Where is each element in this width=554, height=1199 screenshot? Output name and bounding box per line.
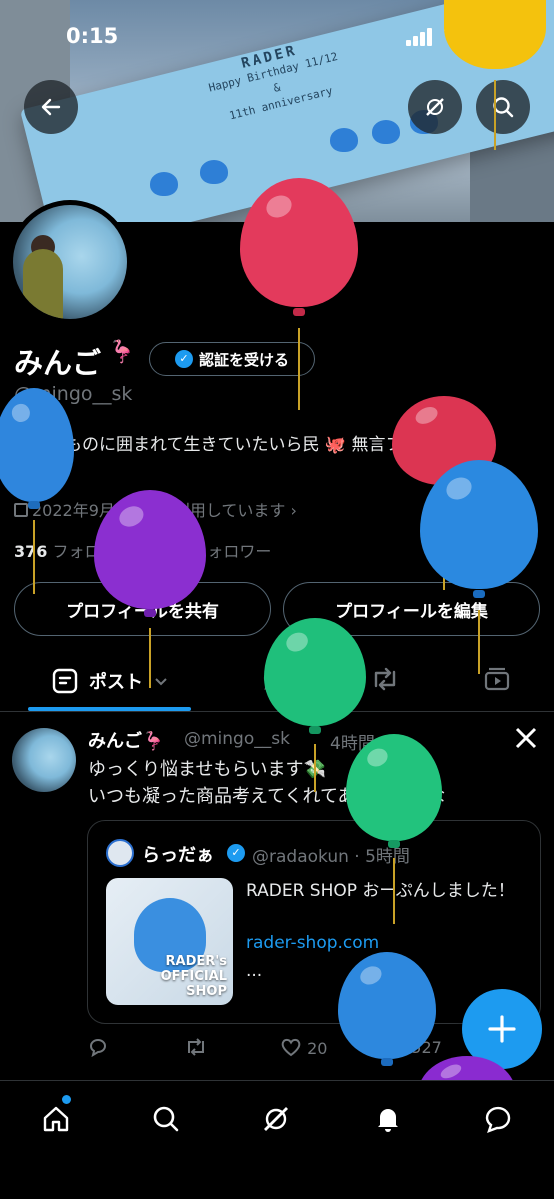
- mascot-sticker: [200, 160, 228, 184]
- quote-avatar: [106, 839, 134, 867]
- search-icon: [153, 1106, 179, 1132]
- quote-image[interactable]: RADER's OFFICIAL SHOP: [106, 878, 233, 1005]
- image-caption-line: SHOP: [186, 984, 227, 999]
- signal-icon: [406, 28, 434, 46]
- chevron-down-icon: [155, 678, 167, 686]
- profile-name: みんご: [14, 346, 102, 380]
- x-logo-icon[interactable]: [514, 726, 538, 756]
- image-caption-line: RADER's: [165, 954, 227, 969]
- verified-badge-icon: ✓: [227, 844, 245, 862]
- mascot-sticker: [372, 120, 400, 144]
- nav-home[interactable]: [36, 1099, 76, 1139]
- nav-search[interactable]: [146, 1099, 186, 1139]
- profile-avatar[interactable]: [8, 200, 132, 324]
- flamingo-emoji: 🦩: [108, 340, 136, 365]
- get-verified-button[interactable]: ✓ 認証を受ける: [149, 342, 315, 376]
- posts-icon: [52, 668, 78, 694]
- balloon-blue: [0, 388, 74, 594]
- balloon-yellow: [444, 0, 546, 150]
- search-button[interactable]: [476, 80, 530, 134]
- grok-icon: [426, 98, 444, 116]
- mascot-sticker: [150, 172, 178, 196]
- image-caption: RADER's OFFICIAL SHOP: [161, 954, 227, 999]
- notifications-icon: [378, 1109, 398, 1132]
- post-avatar[interactable]: [12, 728, 76, 792]
- plus-icon: [488, 1015, 516, 1043]
- back-button[interactable]: [24, 80, 78, 134]
- post-author[interactable]: みんご🦩: [88, 727, 164, 753]
- arrow-left-icon: [41, 98, 61, 116]
- home-icon: [43, 1106, 69, 1132]
- reply-icon: [90, 1039, 106, 1058]
- nav-grok[interactable]: [256, 1099, 296, 1139]
- messages-icon: [485, 1106, 511, 1134]
- quote-more: ...: [246, 961, 263, 981]
- quote-text: RADER SHOP おーぷんしました！: [246, 881, 515, 901]
- following-count[interactable]: 376: [14, 542, 47, 561]
- quote-link[interactable]: rader-shop.com: [246, 933, 379, 953]
- profile-bio: 好きなものに囲まれて生きていたいら民 🐙 無言フォロー: [14, 435, 454, 455]
- balloon-blue: [420, 460, 538, 674]
- tab-posts[interactable]: ポスト: [30, 652, 190, 710]
- media-icon: [484, 667, 510, 691]
- grok-button[interactable]: [408, 80, 462, 134]
- like-count: 20: [307, 1039, 328, 1058]
- nav-messages[interactable]: [478, 1099, 518, 1139]
- mascot-sticker: [330, 128, 358, 152]
- repost-icon: [188, 1038, 204, 1056]
- balloon-green: [264, 618, 366, 792]
- verified-badge-icon: ✓: [174, 350, 193, 368]
- like-button[interactable]: 20: [280, 1036, 327, 1058]
- repost-button[interactable]: [184, 1036, 208, 1062]
- quote-author: らっだぁ: [142, 845, 214, 866]
- image-caption-line: OFFICIAL: [160, 969, 227, 984]
- balloon-green: [346, 734, 442, 924]
- tab-reposts[interactable]: [370, 666, 400, 696]
- bottom-nav: [0, 1080, 554, 1199]
- balloon-purple: [94, 490, 206, 688]
- quoted-post[interactable]: らっだぁ ✓ @radaokun · 5時間 RADER's OFFICIAL …: [87, 820, 541, 1024]
- notification-dot: [62, 1095, 71, 1104]
- repost-icon: [374, 667, 396, 691]
- nav-notifications[interactable]: [368, 1099, 408, 1139]
- heart-icon: [281, 1038, 301, 1057]
- balloon-red: [240, 178, 358, 410]
- tab-posts-label: ポスト: [89, 672, 143, 693]
- status-time: 0:15: [66, 24, 119, 48]
- reply-button[interactable]: [88, 1036, 110, 1062]
- tab-media[interactable]: [482, 666, 512, 696]
- grok-icon: [264, 1107, 288, 1131]
- get-verified-label: 認証を受ける: [198, 350, 289, 369]
